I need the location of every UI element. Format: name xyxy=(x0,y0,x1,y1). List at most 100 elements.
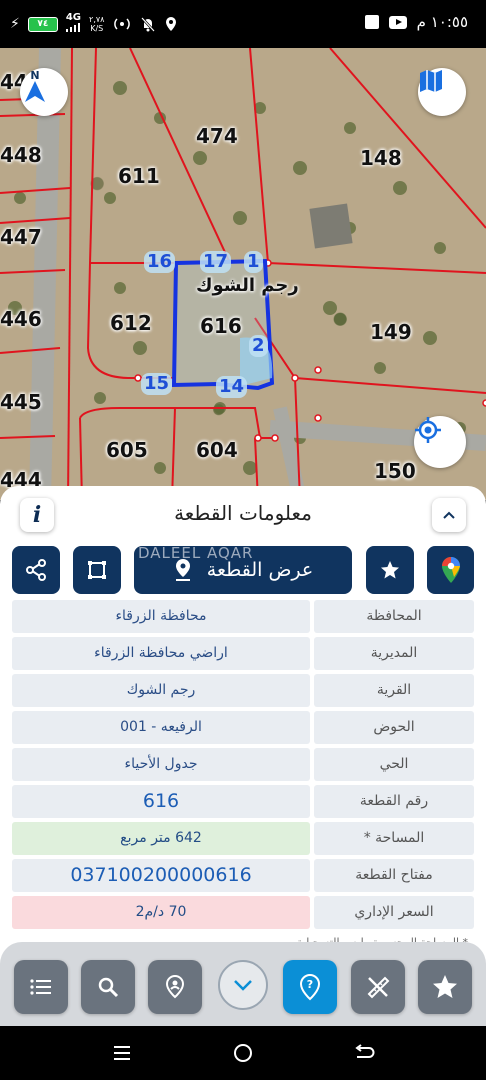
info-value: اراضي محافظة الزرقاء xyxy=(12,637,310,670)
chevron-up-icon xyxy=(443,511,455,519)
network-type: 4G xyxy=(65,13,81,35)
ruler-pencil-icon xyxy=(367,976,390,999)
status-bar: ⚡ ٧٤ 4G ٢,٧٨ K/S ١٠:٥٥ م xyxy=(0,0,486,48)
lot-label: 447 xyxy=(0,225,42,249)
measure-tools-button[interactable] xyxy=(351,960,405,1014)
plot-vertex[interactable]: 15 xyxy=(141,373,173,395)
panel-header: i معلومات القطعة xyxy=(0,486,486,544)
info-row: السعر الإداري 70 د/م2 xyxy=(12,896,474,929)
plot-vertex[interactable]: 17 xyxy=(200,251,232,273)
youtube-icon xyxy=(388,15,407,29)
info-value: محافظة الزرقاء xyxy=(12,600,310,633)
show-plot-label: عرض القطعة xyxy=(206,559,314,581)
favorite-button[interactable] xyxy=(366,546,414,594)
collapse-button[interactable] xyxy=(432,498,466,532)
status-left-icons: ⚡ ٧٤ 4G ٢,٧٨ K/S xyxy=(10,13,178,35)
info-label: السعر الإداري xyxy=(314,896,474,929)
share-button[interactable] xyxy=(12,546,60,594)
info-row: مفتاح القطعة 037100200000616 xyxy=(12,859,474,892)
notification-square-icon xyxy=(364,15,379,29)
plot-vertex[interactable]: 16 xyxy=(144,251,176,273)
battery-icon: ٧٤ xyxy=(27,16,58,32)
admin-price-value: 70 د/م2 xyxy=(12,896,310,929)
lot-label: 148 xyxy=(360,146,402,170)
plot-vertex[interactable]: 2 xyxy=(249,335,268,357)
hotspot-icon xyxy=(114,18,131,30)
back-button[interactable] xyxy=(350,1040,378,1066)
location-pin-icon xyxy=(165,974,185,999)
info-label: الحي xyxy=(314,748,474,781)
info-label: رقم القطعة xyxy=(314,785,474,818)
lot-label: 604 xyxy=(196,438,238,462)
recents-icon xyxy=(114,1046,130,1060)
plot-vertex[interactable]: 14 xyxy=(216,376,248,398)
help-location-button[interactable]: ? xyxy=(283,960,337,1014)
star-icon xyxy=(381,561,399,579)
info-label: المساحة * xyxy=(314,822,474,855)
info-label: المديرية xyxy=(314,637,474,670)
info-label: الحوض xyxy=(314,711,474,744)
info-row: المساحة * 642 متر مربع xyxy=(12,822,474,855)
lot-label: 605 xyxy=(106,438,148,462)
bottom-toolbar: ? xyxy=(0,942,486,1026)
recents-button[interactable] xyxy=(108,1040,136,1066)
favorites-button[interactable] xyxy=(418,960,472,1014)
building xyxy=(309,203,353,249)
google-maps-button[interactable] xyxy=(427,546,474,594)
gps-target-icon xyxy=(415,417,441,443)
location-icon xyxy=(166,17,177,31)
locate-pin-button[interactable] xyxy=(148,960,202,1014)
compass-button[interactable]: N xyxy=(20,68,68,116)
info-row: رقم القطعة 616 xyxy=(12,785,474,818)
star-outline-icon xyxy=(433,975,457,998)
search-button[interactable] xyxy=(81,960,135,1014)
network-speed: ٢,٧٨ K/S xyxy=(89,15,105,33)
info-row: الحي جدول الأحياء xyxy=(12,748,474,781)
panel-title: معلومات القطعة xyxy=(174,501,312,525)
village-label: رجم الشوك xyxy=(196,275,299,296)
info-value: الرفيعه - 001 xyxy=(12,711,310,744)
info-button[interactable]: i xyxy=(20,498,54,532)
plot-bounds-button[interactable] xyxy=(73,546,121,594)
info-row: الحوض الرفيعه - 001 xyxy=(12,711,474,744)
plot-key-value[interactable]: 037100200000616 xyxy=(12,859,310,892)
expand-toggle-button[interactable] xyxy=(218,960,268,1010)
share-icon xyxy=(26,559,46,581)
status-right: ١٠:٥٥ م xyxy=(364,13,468,31)
plot-number-value: 616 xyxy=(12,785,310,818)
google-maps-icon xyxy=(441,557,460,583)
plot-vertex[interactable]: 1 xyxy=(244,251,263,273)
area-value: 642 متر مربع xyxy=(12,822,310,855)
clock: ١٠:٥٥ م xyxy=(416,13,468,31)
home-button[interactable] xyxy=(229,1040,257,1066)
muted-bell-icon xyxy=(141,17,156,32)
info-row: المحافظة محافظة الزرقاء xyxy=(12,600,474,633)
system-nav-bar xyxy=(0,1026,486,1080)
signal-bars-icon xyxy=(65,23,80,32)
lot-label: 474 xyxy=(196,124,238,148)
polygon-icon xyxy=(88,561,106,579)
lot-label: 149 xyxy=(370,320,412,344)
svg-text:N: N xyxy=(30,69,39,82)
charging-bolt-icon: ⚡ xyxy=(10,16,20,32)
list-button[interactable] xyxy=(14,960,68,1014)
info-label: المحافظة xyxy=(314,600,474,633)
question-pin-icon: ? xyxy=(299,973,321,1001)
info-row: المديرية اراضي محافظة الزرقاء xyxy=(12,637,474,670)
info-value: رجم الشوك xyxy=(12,674,310,707)
lot-label: 150 xyxy=(374,459,416,483)
my-location-button[interactable] xyxy=(414,416,466,468)
info-row: القرية رجم الشوك xyxy=(12,674,474,707)
lot-label: 612 xyxy=(110,311,152,335)
map-layers-button[interactable] xyxy=(418,68,466,116)
search-icon xyxy=(98,977,119,998)
lot-label: 445 xyxy=(0,390,42,414)
info-label: القرية xyxy=(314,674,474,707)
back-arrow-icon xyxy=(355,1044,375,1058)
lot-label: 446 xyxy=(0,307,42,331)
map-view[interactable]: 44 448 447 446 445 444 474 611 148 612 6… xyxy=(0,48,486,500)
lot-label: 611 xyxy=(118,164,160,188)
chevron-down-icon xyxy=(234,980,252,991)
svg-text:?: ? xyxy=(307,978,313,991)
lot-label: 616 xyxy=(200,314,242,338)
